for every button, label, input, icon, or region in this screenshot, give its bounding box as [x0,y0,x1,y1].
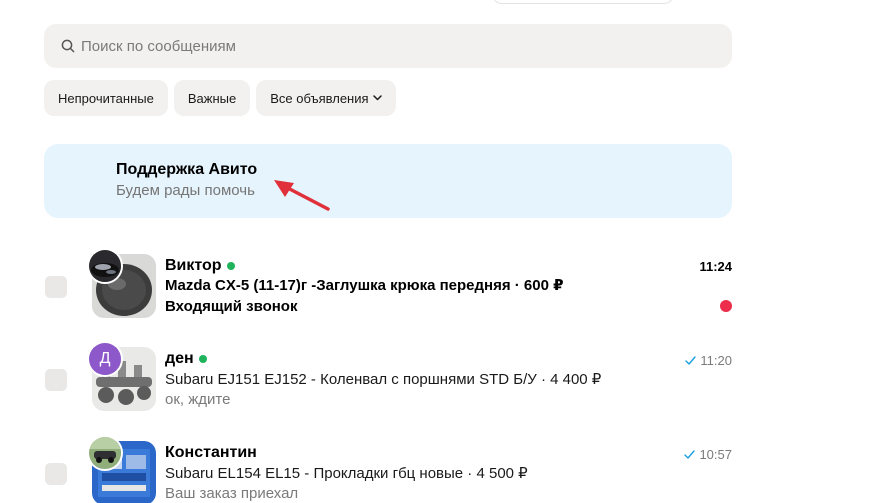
chat-timestamp-text: 11:20 [700,353,732,368]
filter-all-ads-label: Все объявления [270,90,369,106]
unread-indicator [720,300,732,312]
chat-select-checkbox[interactable] [45,463,67,485]
search-bar[interactable] [44,24,732,68]
search-icon [61,39,75,53]
support-chat-card[interactable]: Поддержка Авито Будем рады помочь [44,144,732,218]
chat-timestamp: 11:24 [699,259,732,274]
search-input[interactable] [81,37,681,55]
support-subtitle: Будем рады помочь [116,182,255,199]
chat-item-title: Mazda CX-5 (11-17)г -Заглушка крюка пере… [165,277,564,294]
chat-row[interactable]: Виктор Mazda CX-5 (11-17)г -Заглушка крю… [0,240,886,334]
chat-select-checkbox[interactable] [45,369,67,391]
avatar-letter: Д [89,343,121,375]
chat-timestamp-text: 11:24 [699,259,732,274]
online-indicator [198,355,207,363]
chat-last-message: ок, ждите [165,391,231,408]
contact-name-text: Константин [165,444,257,461]
filter-unread-label: Непрочитанные [58,90,154,106]
read-check-icon [685,356,697,365]
chat-contact-name: Константин [165,444,257,462]
avatar [87,435,123,471]
annotation-arrow-icon [274,180,330,211]
chat-timestamp-text: 10:57 [699,447,732,462]
filter-important[interactable]: Важные [173,80,251,116]
page-title-fragment [118,0,178,4]
filter-unread[interactable]: Непрочитанные [44,80,168,116]
avatar [87,248,123,284]
filter-bar: Непрочитанные Важные Все объявления [44,80,396,116]
chat-contact-name: Виктор [165,257,235,275]
chat-last-message: Ваш заказ приехал [165,485,299,502]
filter-all-ads-dropdown[interactable]: Все объявления [256,80,396,116]
chat-item-title: Subaru EL154 EL15 - Прокладки гбц новые … [165,465,528,482]
chat-row[interactable]: Константин Subaru EL154 EL15 - Прокладки… [0,428,886,503]
filter-important-label: Важные [187,90,237,106]
top-control-fragment[interactable] [492,0,674,4]
chat-timestamp: 10:57 [684,447,732,462]
online-indicator [226,262,235,270]
chat-select-checkbox[interactable] [45,276,67,298]
contact-name-text: Виктор [165,257,222,274]
support-title: Поддержка Авито [116,161,258,178]
chevron-down-icon [372,95,382,101]
chat-contact-name: ден [165,350,207,368]
chat-timestamp: 11:20 [685,353,732,368]
chat-last-message: Входящий звонок [165,298,298,315]
chat-row[interactable]: Д ден Subaru EJ151 EJ152 - Коленвал с по… [0,334,886,428]
chat-item-title: Subaru EJ151 EJ152 - Коленвал с поршнями… [165,371,602,388]
contact-name-text: ден [165,350,194,367]
avatar: Д [87,341,123,377]
read-check-icon [684,450,696,459]
